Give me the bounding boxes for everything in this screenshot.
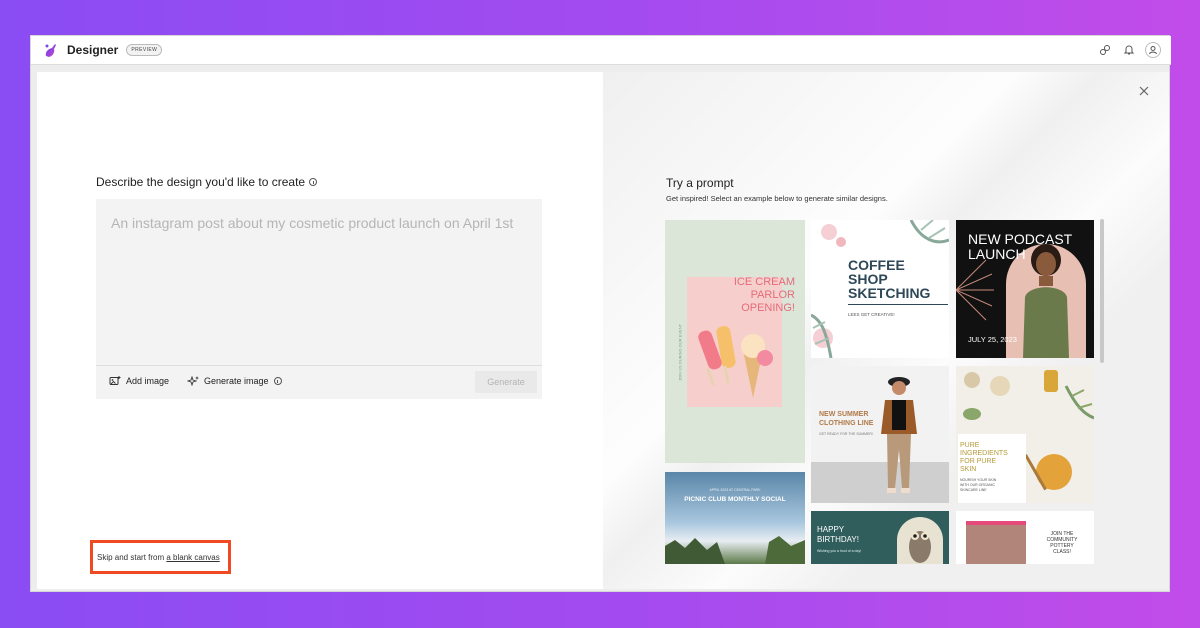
coffee-title: COFFEE SHOP SKETCHING bbox=[848, 258, 930, 300]
notification-icon[interactable] bbox=[1121, 42, 1137, 58]
pure-line3: FOR PURE bbox=[960, 458, 997, 465]
skip-text: Skip and start from a blank canvas bbox=[97, 553, 220, 562]
summer-line1: NEW SUMMER bbox=[819, 411, 869, 418]
blank-canvas-link[interactable]: a blank canvas bbox=[166, 553, 219, 562]
designer-logo-icon bbox=[45, 44, 56, 57]
add-image-label: Add image bbox=[126, 376, 170, 386]
example-card-pottery[interactable]: JOIN THE COMMUNITY POTTERY CLASS! bbox=[956, 511, 1094, 564]
ice-cream-illustration bbox=[698, 326, 773, 398]
sparkle-icon bbox=[187, 375, 199, 387]
ice-cream-line1: ICE CREAM bbox=[733, 276, 795, 288]
generate-button[interactable]: Generate bbox=[475, 371, 537, 393]
birthday-line2: BIRTHDAY! bbox=[817, 535, 859, 544]
share-icon[interactable] bbox=[1097, 42, 1113, 58]
podcast-title: NEW PODCAST LAUNCH bbox=[968, 232, 1072, 262]
generate-image-info-icon[interactable] bbox=[273, 377, 282, 385]
example-card-birthday[interactable]: HAPPY BIRTHDAY! Wishing you a hoot of a … bbox=[811, 511, 949, 564]
prompt-divider bbox=[96, 365, 542, 366]
designer-app-window: Designer PREVIEW Describe the design you… bbox=[30, 35, 1171, 592]
podcast-date: JULY 25, 2023 bbox=[968, 335, 1017, 344]
pottery-title: JOIN THE COMMUNITY POTTERY CLASS! bbox=[1034, 531, 1090, 555]
prompt-box: Add image Generate image Generate bbox=[96, 199, 542, 399]
prompt-input[interactable] bbox=[96, 199, 542, 365]
example-card-ice-cream[interactable]: ICE CREAM PARLOR OPENING! JOIN US DURING… bbox=[665, 220, 805, 463]
ice-cream-side-text: JOIN US DURING OUR EVENT bbox=[677, 323, 683, 382]
add-image-button[interactable]: Add image bbox=[109, 375, 169, 387]
summer-title: NEW SUMMER CLOTHING LINE bbox=[819, 410, 873, 428]
picnic-top-text: APRIL 2023 AT CENTRAL PARK bbox=[709, 488, 761, 492]
brand-name: Designer bbox=[67, 43, 119, 57]
generate-image-label: Generate image bbox=[204, 376, 269, 386]
describe-panel: Describe the design you'd like to create… bbox=[37, 72, 603, 589]
generate-image-button[interactable]: Generate image bbox=[187, 375, 282, 387]
example-card-picnic[interactable]: APRIL 2023 AT CENTRAL PARK PICNIC CLUB M… bbox=[665, 472, 805, 564]
describe-title-text: Describe the design you'd like to create bbox=[96, 175, 306, 189]
example-card-pure-skin[interactable]: PURE INGREDIENTS FOR PURE SKIN NOURISH Y… bbox=[956, 366, 1094, 503]
coffee-sub: LEES GET CREATIVE! bbox=[848, 312, 895, 317]
birthday-line1: HAPPY bbox=[817, 525, 845, 534]
pure-line2: INGREDIENTS bbox=[960, 450, 1008, 457]
podcast-line1: NEW PODCAST bbox=[968, 231, 1073, 247]
pure-skin-title: PURE INGREDIENTS FOR PURE SKIN bbox=[960, 442, 1008, 474]
pottery-line4: CLASS! bbox=[1053, 549, 1071, 555]
birthday-sub: Wishing you a hoot of a day! bbox=[817, 549, 862, 553]
info-icon[interactable] bbox=[309, 178, 318, 186]
top-icons bbox=[1097, 42, 1161, 58]
birthday-title: HAPPY BIRTHDAY! bbox=[817, 525, 859, 545]
summer-person-illustration bbox=[881, 377, 917, 493]
coffee-divider bbox=[848, 304, 948, 305]
example-card-podcast[interactable]: NEW PODCAST LAUNCH JULY 25, 2023 bbox=[956, 220, 1094, 358]
pottery-photo bbox=[966, 521, 1026, 564]
describe-title: Describe the design you'd like to create bbox=[96, 175, 318, 189]
coffee-line1: COFFEE bbox=[848, 257, 905, 273]
pure-sub3: SKINCARE LINE bbox=[960, 488, 987, 492]
ice-cream-line2: PARLOR bbox=[750, 289, 795, 301]
picnic-title: PICNIC CLUB MONTHLY SOCIAL bbox=[684, 496, 786, 503]
coffee-line2: SHOP bbox=[848, 271, 888, 287]
top-bar: Designer PREVIEW bbox=[31, 36, 1171, 65]
try-prompt-subtitle: Get inspired! Select an example below to… bbox=[666, 194, 888, 203]
close-icon[interactable] bbox=[1139, 86, 1149, 96]
example-card-summer[interactable]: NEW SUMMER CLOTHING LINE GET READY FOR T… bbox=[811, 366, 949, 503]
picnic-trees-illustration bbox=[665, 536, 805, 564]
try-prompt-panel: Try a prompt Get inspired! Select an exa… bbox=[603, 72, 1169, 589]
pure-line1: PURE bbox=[960, 442, 980, 449]
preview-badge: PREVIEW bbox=[126, 44, 163, 56]
sunburst-decoration bbox=[956, 259, 994, 321]
ice-cream-title: ICE CREAM PARLOR OPENING! bbox=[734, 276, 795, 315]
add-image-icon bbox=[109, 376, 121, 385]
gallery-scrollbar[interactable] bbox=[1100, 219, 1104, 363]
summer-sub: GET READY FOR THE SUMMER! bbox=[819, 432, 873, 436]
ice-cream-line3: OPENING! bbox=[741, 302, 795, 314]
account-icon[interactable] bbox=[1145, 42, 1161, 58]
summer-line2: CLOTHING LINE bbox=[819, 420, 874, 427]
try-prompt-title: Try a prompt bbox=[666, 176, 734, 190]
skip-highlight-box: Skip and start from a blank canvas bbox=[90, 540, 231, 574]
podcast-line2: LAUNCH bbox=[968, 246, 1026, 262]
pure-skin-sub: NOURISH YOUR SKIN WITH OUR ORGANIC SKINC… bbox=[960, 478, 996, 493]
skip-prefix: Skip and start from bbox=[97, 552, 167, 562]
example-card-coffee[interactable]: COFFEE SHOP SKETCHING LEES GET CREATIVE! bbox=[811, 220, 949, 358]
pure-line4: SKIN bbox=[960, 466, 977, 473]
coffee-line3: SKETCHING bbox=[848, 285, 931, 301]
owl-illustration bbox=[909, 531, 931, 563]
